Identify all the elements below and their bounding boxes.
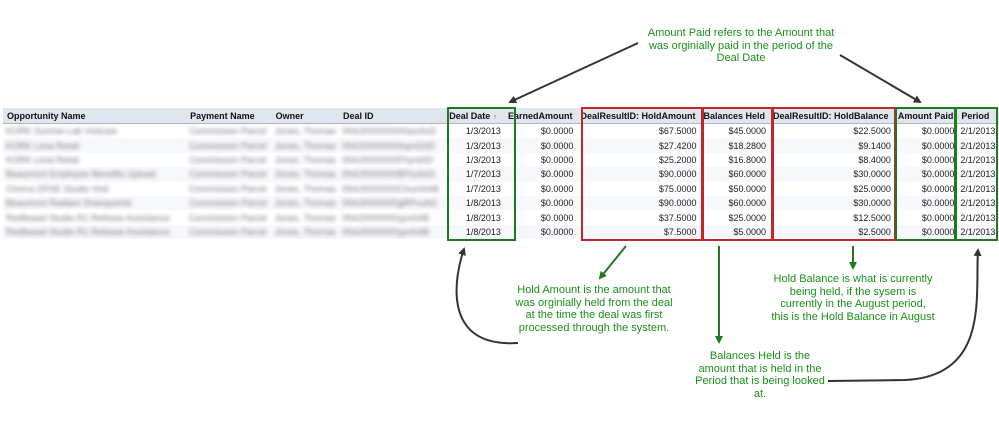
arrow-hold-amount [598,245,627,280]
hold-balance-note: Hold Balance is what is currently being … [771,273,935,323]
balances-held-note: Balances Held is the amount that is held… [695,350,825,400]
amount-paid-note: Amount Paid refers to the Amount that wa… [647,27,835,64]
arrow-to-deal-date [508,42,639,104]
hold-amount-note: Hold Amount is the amount that was orgin… [515,284,673,334]
